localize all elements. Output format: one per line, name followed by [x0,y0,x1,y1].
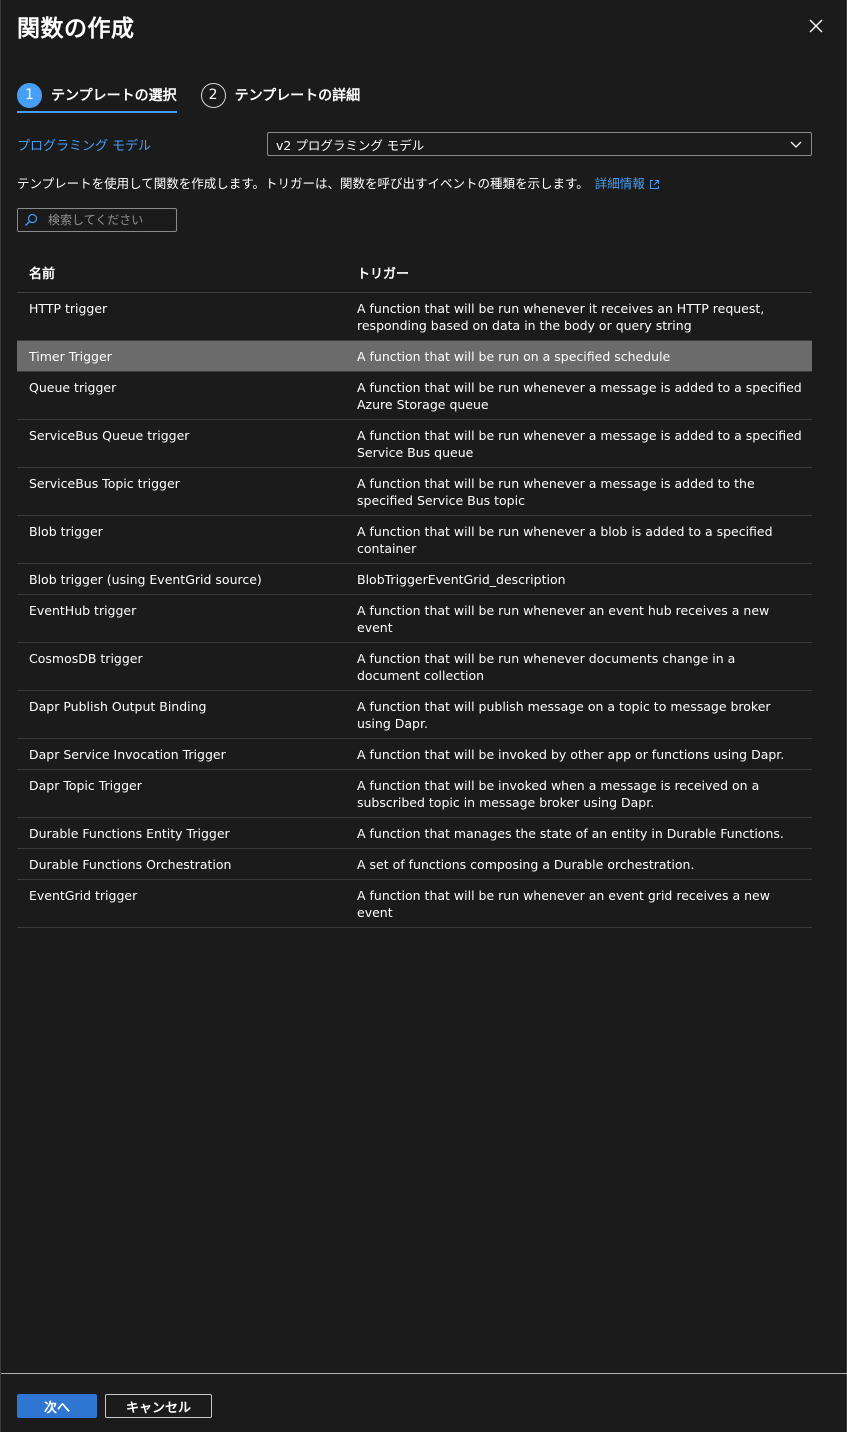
table-row[interactable]: Dapr Service Invocation Trigger A functio… [17,739,812,770]
step-number: 1 [17,82,42,108]
table-row[interactable]: Blob trigger A function that will be run … [17,516,812,564]
template-description: A function that will publish message on … [357,699,771,731]
table-row[interactable]: Timer Trigger A function that will be run… [17,341,812,372]
search-icon [25,213,38,226]
programming-model-label: プログラミング モデル [17,139,152,154]
template-name: HTTP trigger [29,301,108,316]
template-description: A function that will be run whenever an … [357,888,770,920]
dropdown-value: v2 プログラミング モデル [276,137,425,153]
step-number: 2 [200,82,226,108]
template-name: Timer Trigger [29,349,112,364]
footer-divider [1,1373,847,1374]
table-header: 名前 トリガー [17,252,812,293]
template-name: Blob trigger [29,524,103,539]
description-text: テンプレートを使用して関数を作成します。トリガーは、関数を呼び出すイベントの種類… [17,176,589,191]
description: テンプレートを使用して関数を作成します。トリガーは、関数を呼び出すイベントの種類… [17,173,660,192]
search-input[interactable] [48,213,168,227]
template-name: EventHub trigger [29,603,137,618]
wizard-steps: 1 テンプレートの選択 2 テンプレートの詳細 [17,81,384,113]
template-name: CosmosDB trigger [29,651,143,666]
table-row[interactable]: ServiceBus Queue trigger A function that … [17,420,812,468]
create-function-panel: 関数の作成 1 テンプレートの選択 2 テンプレートの詳細 プログラミング モデ… [0,0,847,1432]
template-name: ServiceBus Topic trigger [29,476,180,491]
template-description: A function that will be run whenever a m… [357,476,755,508]
template-name: Durable Functions Entity Trigger [29,826,230,841]
table-row[interactable]: EventGrid trigger A function that will be… [17,880,812,928]
template-description: A function that will be run whenever doc… [357,651,736,683]
learn-more-link[interactable]: 詳細情報 [595,176,645,191]
table-row[interactable]: CosmosDB trigger A function that will be … [17,643,812,691]
template-description: A function that will be run whenever a m… [357,428,802,460]
template-name: Dapr Topic Trigger [29,778,142,793]
table-row[interactable]: Queue trigger A function that will be run… [17,372,812,420]
table-row[interactable]: Dapr Topic Trigger A function that will b… [17,770,812,818]
cancel-button[interactable]: キャンセル [105,1394,212,1418]
table-row[interactable]: HTTP trigger A function that will be run … [17,293,812,341]
template-name: Blob trigger (using EventGrid source) [29,572,262,587]
external-link-icon [649,180,659,189]
template-description: A function that will be run on a specifi… [357,349,671,364]
template-description: A function that will be run whenever an … [357,603,770,635]
table-body: HTTP trigger A function that will be run … [17,293,812,928]
search-box[interactable] [17,208,177,232]
template-name: Dapr Publish Output Binding [29,699,207,714]
column-header-trigger[interactable]: トリガー [357,263,812,282]
programming-model-dropdown[interactable]: v2 プログラミング モデル [267,132,812,156]
template-description: A function that will be run whenever a m… [357,380,802,412]
template-name: Dapr Service Invocation Trigger [29,747,226,762]
column-header-name[interactable]: 名前 [17,263,357,282]
step-select-template[interactable]: 1 テンプレートの選択 [17,81,177,113]
chevron-down-icon [790,141,802,148]
step-label: テンプレートの詳細 [234,88,361,104]
step-label: テンプレートの選択 [51,88,177,104]
template-description: A function that will be invoked by other… [357,747,785,762]
template-table: 名前 トリガー HTTP trigger A function that will… [17,252,812,928]
template-description: A set of functions composing a Durable o… [357,857,695,872]
table-row[interactable]: ServiceBus Topic trigger A function that … [17,468,812,516]
template-description: BlobTriggerEventGrid_description [357,572,566,587]
template-name: Queue trigger [29,380,117,395]
table-row[interactable]: Durable Functions Orchestration A set of … [17,849,812,880]
table-row[interactable]: Blob trigger (using EventGrid source) Blo… [17,564,812,595]
template-description: A function that manages the state of an … [357,826,784,841]
table-row[interactable]: Dapr Publish Output Binding A function th… [17,691,812,739]
close-icon [809,19,823,33]
template-name: Durable Functions Orchestration [29,857,232,872]
template-description: A function that will be run whenever a b… [357,524,773,556]
table-row[interactable]: EventHub trigger A function that will be … [17,595,812,643]
template-description: A function that will be invoked when a m… [357,778,760,810]
next-button[interactable]: 次へ [17,1394,97,1418]
step-template-details[interactable]: 2 テンプレートの詳細 [200,81,361,109]
table-row[interactable]: Durable Functions Entity Trigger A functi… [17,818,812,849]
close-button[interactable] [805,15,827,37]
template-name: ServiceBus Queue trigger [29,428,190,443]
template-name: EventGrid trigger [29,888,138,903]
panel-title: 関数の作成 [17,16,135,42]
template-description: A function that will be run whenever it … [357,301,765,333]
